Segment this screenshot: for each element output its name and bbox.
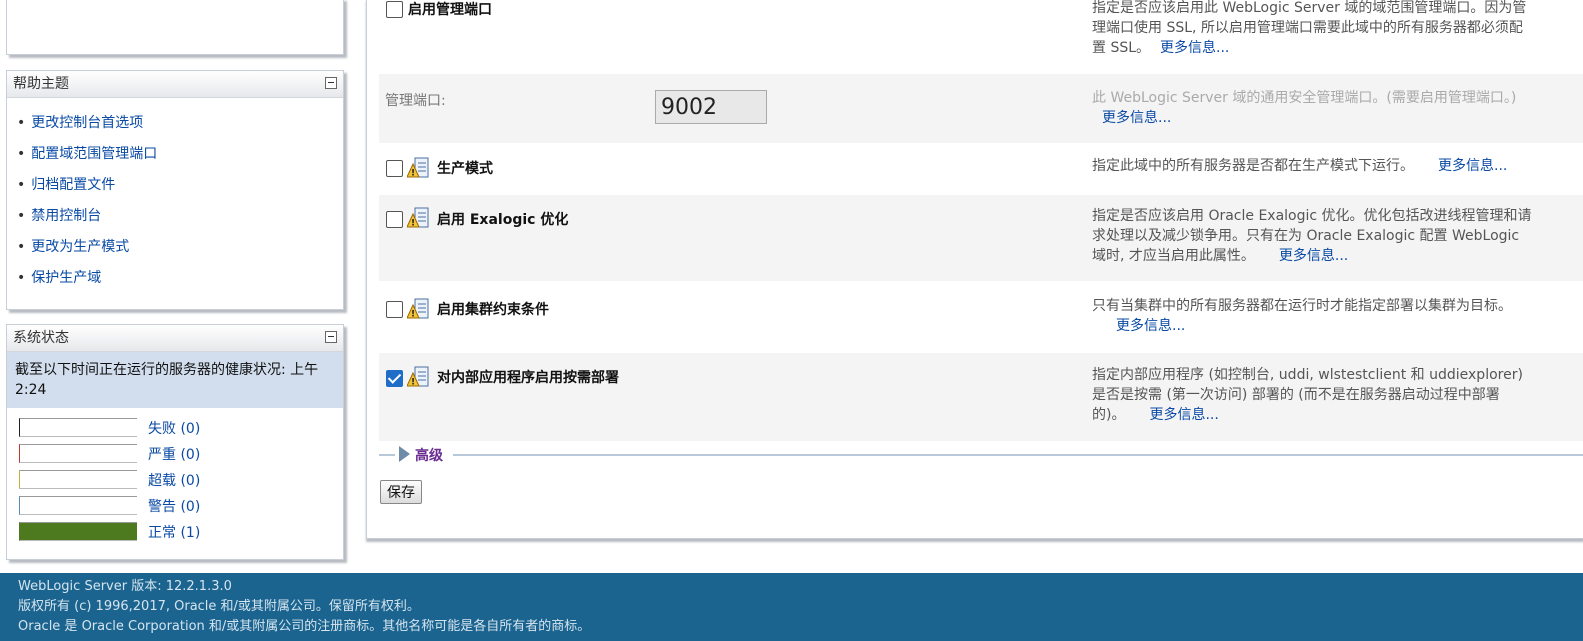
more-info-link[interactable]: 更多信息... xyxy=(1160,40,1229,56)
checkbox-exalogic[interactable] xyxy=(386,211,403,228)
top-panel xyxy=(6,0,344,55)
help-topics-title: 帮助主题 xyxy=(13,76,69,92)
help-topics-panel: 帮助主题 更改控制台首选项 配置域范围管理端口 归档配置文件 禁用控制台 更改为… xyxy=(6,70,344,310)
collapse-icon[interactable] xyxy=(325,331,337,343)
help-topic-item: 归档配置文件 xyxy=(17,174,343,205)
desc-text: 只有当集群中的所有服务器都在运行时才能指定部署以集群为目标。 xyxy=(1092,298,1512,314)
desc-cluster-constraints: 只有当集群中的所有服务器都在运行时才能指定部署以集群为目标。更多信息... xyxy=(1092,296,1532,336)
help-topics-header: 帮助主题 xyxy=(7,71,343,98)
svg-text:!: ! xyxy=(411,310,415,320)
help-topic-link[interactable]: 配置域范围管理端口 xyxy=(31,146,157,162)
setting-row-production-mode: ! 生产模式 指定此域中的所有服务器是否都在生产模式下运行。 更多信息... xyxy=(379,145,1583,193)
collapse-icon[interactable] xyxy=(325,77,337,89)
checkbox-cluster-constraints[interactable] xyxy=(386,301,403,318)
label-on-demand-deploy: 对内部应用程序启用按需部署 xyxy=(437,370,619,386)
svg-text:!: ! xyxy=(411,169,415,179)
health-row-overloaded: 超载 (0) xyxy=(7,464,343,490)
save-button[interactable]: 保存 xyxy=(380,480,422,504)
setting-row-cluster-constraints: ! 启用集群约束条件 只有当集群中的所有服务器都在运行时才能指定部署以集群为目标… xyxy=(379,283,1583,351)
health-bar xyxy=(19,522,137,541)
system-status-panel: 系统状态 截至以下时间正在运行的服务器的健康状况: 上午2:24 失败 (0) … xyxy=(6,324,344,560)
help-topic-item: 更改控制台首选项 xyxy=(17,112,343,143)
help-topic-link[interactable]: 更改控制台首选项 xyxy=(31,115,143,131)
more-info-link[interactable]: 更多信息... xyxy=(1149,407,1218,423)
warning-info-icon: ! xyxy=(407,157,429,179)
help-topics-list: 更改控制台首选项 配置域范围管理端口 归档配置文件 禁用控制台 更改为生产模式 … xyxy=(7,98,343,298)
domain-settings-content: 启用管理端口 指定是否应该启用此 WebLogic Server 域的域范围管理… xyxy=(366,0,1583,539)
checkbox-on-demand-deploy[interactable] xyxy=(386,370,403,387)
help-topic-item: 配置域范围管理端口 xyxy=(17,143,343,174)
health-bar xyxy=(19,444,137,463)
desc-exalogic: 指定是否应该启用 Oracle Exalogic 优化。优化包括改进线程管理和请… xyxy=(1092,206,1532,266)
health-bar-fill xyxy=(20,523,137,540)
desc-on-demand-deploy: 指定内部应用程序 (如控制台, uddi, wlstestclient 和 ud… xyxy=(1092,365,1532,425)
warning-info-icon: ! xyxy=(407,207,429,229)
setting-row-on-demand-deploy: ! 对内部应用程序启用按需部署 指定内部应用程序 (如控制台, uddi, wl… xyxy=(379,353,1583,441)
desc-production-mode: 指定此域中的所有服务器是否都在生产模式下运行。 更多信息... xyxy=(1092,156,1532,176)
health-bar xyxy=(19,470,137,489)
desc-admin-port: 此 WebLogic Server 域的通用安全管理端口。(需要启用管理端口。)… xyxy=(1092,88,1532,128)
health-bar xyxy=(19,418,137,437)
advanced-section-toggle[interactable]: 高级 xyxy=(379,444,1583,464)
desc-text: 指定是否应该启用此 WebLogic Server 域的域范围管理端口。因为管理… xyxy=(1092,0,1527,56)
desc-admin-port-enable: 指定是否应该启用此 WebLogic Server 域的域范围管理端口。因为管理… xyxy=(1092,0,1532,58)
checkbox-admin-port-enable[interactable] xyxy=(386,1,403,18)
system-status-title: 系统状态 xyxy=(13,330,69,346)
health-link-critical[interactable]: 严重 (0) xyxy=(148,444,200,464)
help-topic-item: 更改为生产模式 xyxy=(17,236,343,267)
help-topic-link[interactable]: 归档配置文件 xyxy=(31,177,115,193)
expand-arrow-icon[interactable] xyxy=(399,446,410,462)
label-admin-port: 管理端口: xyxy=(385,93,446,109)
footer-version: WebLogic Server 版本: 12.2.1.3.0 xyxy=(18,579,232,594)
footer-trademark: Oracle 是 Oracle Corporation 和/或其附属公司的注册商… xyxy=(18,619,591,634)
help-topic-link[interactable]: 保护生产域 xyxy=(31,270,101,286)
advanced-label[interactable]: 高级 xyxy=(415,445,443,465)
checkbox-production-mode[interactable] xyxy=(386,160,403,177)
health-link-ok[interactable]: 正常 (1) xyxy=(148,522,200,542)
health-link-failed[interactable]: 失败 (0) xyxy=(148,418,200,438)
health-row-ok: 正常 (1) xyxy=(7,516,343,542)
health-link-overloaded[interactable]: 超载 (0) xyxy=(148,470,200,490)
warning-info-icon: ! xyxy=(407,298,429,320)
setting-row-admin-port-enable: 启用管理端口 指定是否应该启用此 WebLogic Server 域的域范围管理… xyxy=(379,0,1583,72)
desc-text: 指定此域中的所有服务器是否都在生产模式下运行。 xyxy=(1092,158,1414,174)
more-info-link[interactable]: 更多信息... xyxy=(1438,158,1507,174)
help-topic-link[interactable]: 禁用控制台 xyxy=(31,208,101,224)
desc-text: 此 WebLogic Server 域的通用安全管理端口。(需要启用管理端口。) xyxy=(1092,90,1517,106)
health-row-critical: 严重 (0) xyxy=(7,438,343,464)
footer-copyright: 版权所有 (c) 1996,2017, Oracle 和/或其附属公司。保留所有… xyxy=(18,599,420,614)
setting-row-exalogic: ! 启用 Exalogic 优化 指定是否应该启用 Oracle Exalogi… xyxy=(379,195,1583,281)
status-description: 截至以下时间正在运行的服务器的健康状况: 上午2:24 xyxy=(7,352,343,408)
label-cluster-constraints: 启用集群约束条件 xyxy=(437,302,549,318)
help-topic-link[interactable]: 更改为生产模式 xyxy=(31,239,129,255)
warning-info-icon: ! xyxy=(407,366,429,388)
help-topic-item: 禁用控制台 xyxy=(17,205,343,236)
footer: WebLogic Server 版本: 12.2.1.3.0 版权所有 (c) … xyxy=(0,573,1583,641)
svg-text:!: ! xyxy=(411,219,415,229)
health-link-warning[interactable]: 警告 (0) xyxy=(148,496,200,516)
label-exalogic: 启用 Exalogic 优化 xyxy=(437,212,569,228)
divider-line xyxy=(453,454,1583,456)
more-info-link[interactable]: 更多信息... xyxy=(1116,318,1185,334)
health-row-failed: 失败 (0) xyxy=(7,412,343,438)
label-admin-port-enable: 启用管理端口 xyxy=(408,2,492,18)
svg-text:!: ! xyxy=(411,378,415,388)
health-row-warning: 警告 (0) xyxy=(7,490,343,516)
admin-port-input[interactable] xyxy=(655,90,767,124)
health-list: 失败 (0) 严重 (0) 超载 (0) 警告 (0) 正常 (1) xyxy=(7,408,343,542)
divider-line xyxy=(379,454,395,456)
more-info-link[interactable]: 更多信息... xyxy=(1102,110,1171,126)
label-production-mode: 生产模式 xyxy=(437,161,493,177)
more-info-link[interactable]: 更多信息... xyxy=(1279,248,1348,264)
health-bar xyxy=(19,496,137,515)
system-status-header: 系统状态 xyxy=(7,325,343,352)
setting-row-admin-port: 管理端口: 此 WebLogic Server 域的通用安全管理端口。(需要启用… xyxy=(379,74,1583,143)
help-topic-item: 保护生产域 xyxy=(17,267,343,298)
